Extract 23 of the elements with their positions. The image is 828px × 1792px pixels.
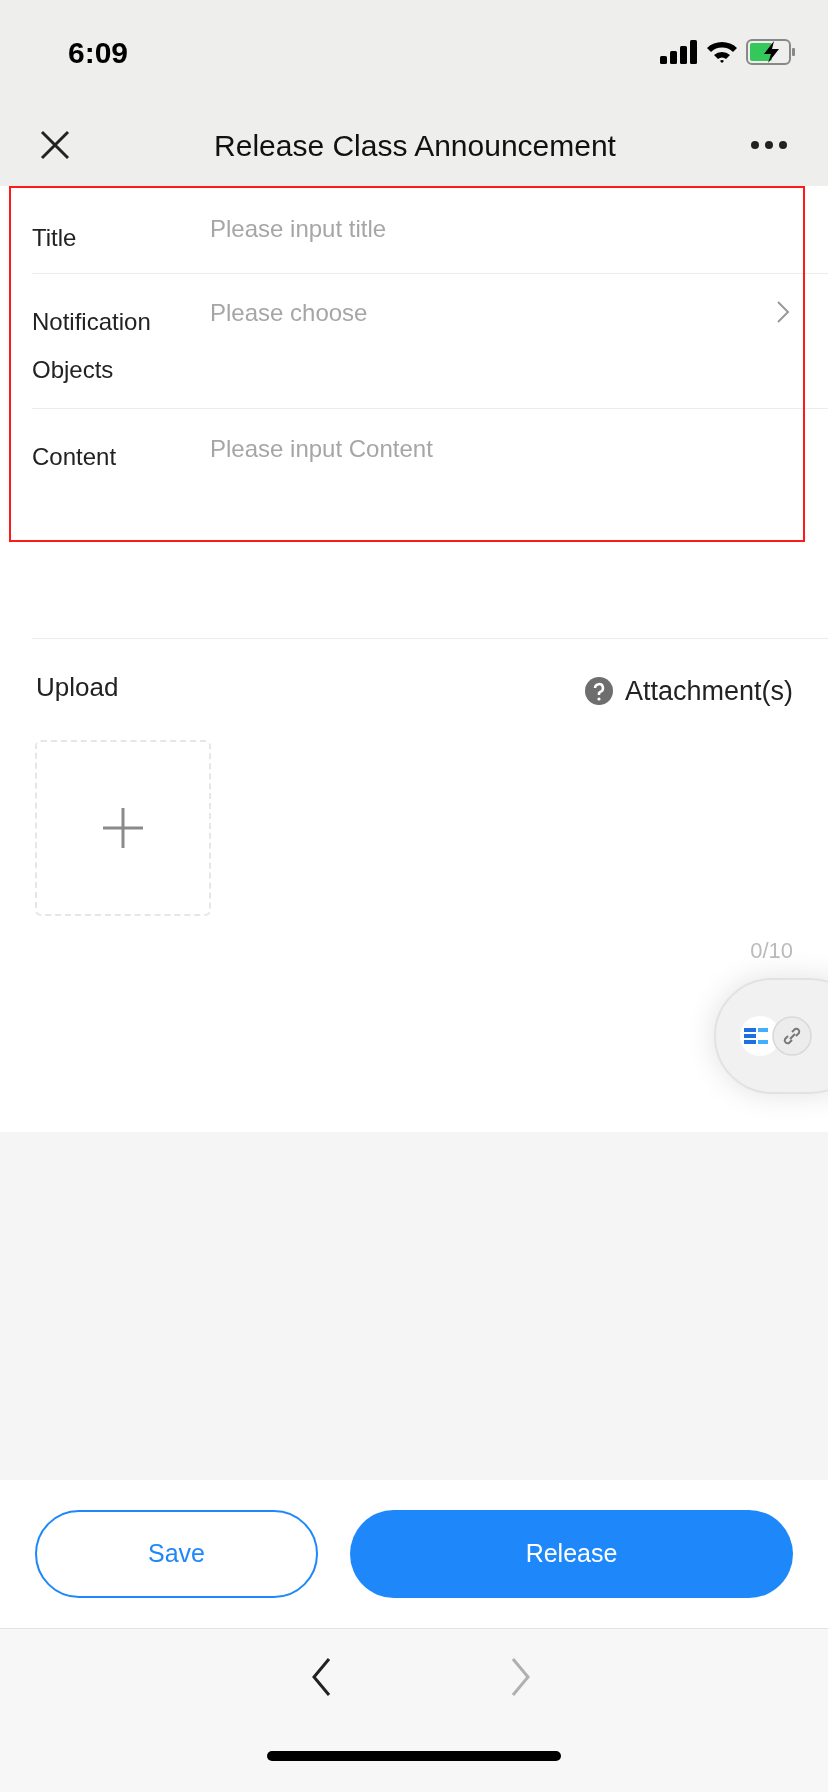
help-icon[interactable] <box>584 677 613 706</box>
upload-label: Upload <box>36 670 119 704</box>
release-button[interactable]: Release <box>350 1510 793 1598</box>
chevron-right-icon <box>776 299 790 324</box>
back-icon[interactable] <box>311 1657 333 1697</box>
battery-icon <box>746 39 796 65</box>
select-field[interactable]: Please choose <box>210 297 828 328</box>
wifi-icon <box>706 40 738 64</box>
close-icon[interactable] <box>40 130 70 160</box>
field-label: Content <box>32 441 118 472</box>
attachment-label: Attachment(s) <box>624 675 793 708</box>
content-field[interactable]: Please input Content <box>210 424 828 515</box>
signal-icon <box>660 40 698 64</box>
more-icon[interactable] <box>750 140 788 150</box>
link-icon <box>772 1016 812 1056</box>
title-field[interactable]: Please input title <box>210 214 828 244</box>
field-label: Notification Objects <box>32 306 152 385</box>
field-label: Title <box>32 223 78 253</box>
attachment-counter: 0/10 <box>750 936 793 965</box>
page-title: Release Class Announcement <box>214 127 616 164</box>
save-button[interactable]: Save <box>35 1510 318 1598</box>
plus-icon <box>103 807 143 848</box>
status-time: 6:09 <box>68 34 129 71</box>
